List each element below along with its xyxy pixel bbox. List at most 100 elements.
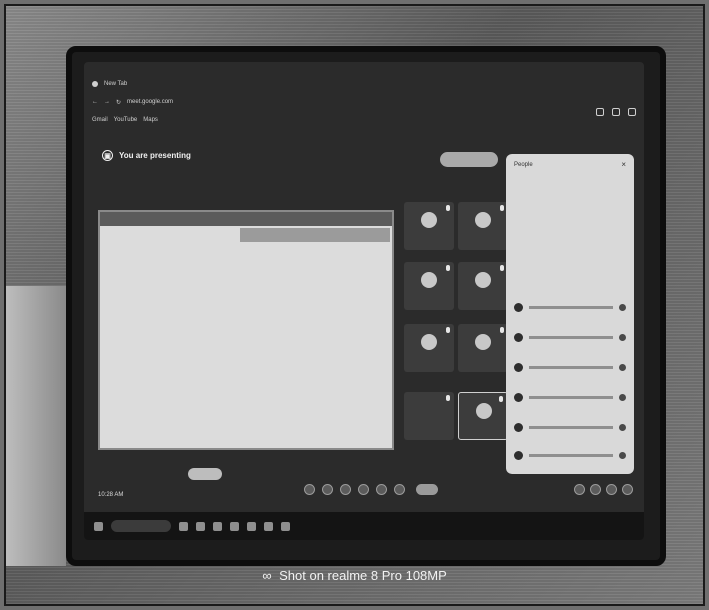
app-icon[interactable] (213, 521, 222, 531)
participant-row[interactable] (514, 330, 626, 344)
presenting-banner: ▣ You are presenting (102, 150, 191, 161)
participant-tile[interactable] (404, 392, 454, 440)
participant-row-name (529, 335, 613, 339)
bookmark-item[interactable]: Gmail (92, 117, 108, 123)
app-icon[interactable] (196, 521, 205, 531)
people-icon[interactable] (590, 484, 601, 495)
menu-icon[interactable] (628, 108, 636, 116)
mic-icon (446, 327, 450, 333)
mic-icon (619, 363, 626, 371)
taskbar-search[interactable] (111, 520, 171, 532)
app-icon[interactable] (179, 521, 188, 531)
presentation-title-bar (100, 212, 392, 226)
avatar (421, 272, 437, 288)
raise-hand-button[interactable] (358, 484, 369, 495)
chat-icon[interactable] (606, 484, 617, 495)
address-bar[interactable]: meet.google.com (127, 99, 173, 105)
watermark-text: Shot on realme 8 Pro 108MP (279, 568, 447, 583)
avatar (421, 334, 437, 350)
more-options-button[interactable] (394, 484, 405, 495)
address-row: ← → ↻ meet.google.com (92, 96, 173, 108)
start-icon[interactable] (94, 521, 103, 531)
participant-row[interactable] (514, 448, 626, 462)
participant-row[interactable] (514, 360, 626, 374)
participant-tile[interactable] (458, 262, 508, 310)
mic-icon (446, 395, 450, 401)
mic-icon (500, 205, 504, 211)
window-controls (596, 108, 636, 116)
activities-icon[interactable] (622, 484, 633, 495)
mic-icon (619, 423, 626, 431)
captions-button[interactable] (340, 484, 351, 495)
background-wall (6, 286, 66, 566)
mic-icon (499, 396, 503, 402)
app-icon[interactable] (264, 521, 273, 531)
window-dot-icon (92, 81, 98, 87)
mic-icon (619, 303, 626, 311)
avatar (475, 334, 491, 350)
participant-row-name (529, 305, 613, 309)
browser-icon[interactable] (247, 521, 256, 531)
present-screen-icon: ▣ (102, 150, 113, 161)
tab-strip: New Tab (92, 78, 127, 90)
mic-button[interactable] (304, 484, 315, 495)
forward-arrow-icon[interactable]: → (104, 99, 110, 105)
app-icon[interactable] (281, 521, 290, 531)
tab-label[interactable]: New Tab (104, 81, 127, 87)
participant-tile-self[interactable] (458, 392, 508, 440)
bookmark-item[interactable]: YouTube (114, 117, 138, 123)
avatar (514, 392, 523, 402)
avatar (514, 332, 523, 342)
avatar (475, 212, 491, 228)
participant-tile[interactable] (458, 202, 508, 250)
leave-call-button[interactable] (416, 484, 438, 495)
participant-tile[interactable] (458, 324, 508, 372)
participant-row-name (529, 425, 613, 429)
participant-row-name (529, 365, 613, 369)
participant-tile[interactable] (404, 324, 454, 372)
present-button[interactable] (376, 484, 387, 495)
presenting-text: You are presenting (119, 151, 191, 160)
panel-title: People (514, 162, 533, 168)
joined-chip[interactable] (188, 468, 222, 480)
reload-icon[interactable]: ↻ (116, 99, 121, 106)
participant-row-name (529, 453, 613, 457)
camera-watermark: ∞ Shot on realme 8 Pro 108MP (0, 568, 709, 583)
mic-icon (500, 265, 504, 271)
avatar (421, 212, 437, 228)
os-taskbar (84, 512, 644, 540)
avatar (476, 403, 492, 419)
stop-presenting-button[interactable] (440, 152, 498, 167)
camera-button[interactable] (322, 484, 333, 495)
meeting-time: 10:28 AM (98, 492, 124, 498)
shared-presentation (98, 210, 394, 450)
presentation-header (240, 228, 390, 242)
avatar (514, 362, 523, 372)
close-icon[interactable]: × (621, 160, 626, 169)
bookmark-item[interactable]: Maps (143, 117, 158, 123)
mic-icon (619, 393, 626, 401)
screen-display: New Tab ← → ↻ meet.google.com Gmail YouT… (84, 62, 644, 540)
avatar (514, 450, 523, 460)
meeting-controls-bar: 10:28 AM (94, 466, 634, 506)
participant-tile[interactable] (404, 262, 454, 310)
back-arrow-icon[interactable]: ← (92, 99, 98, 105)
participant-row[interactable] (514, 420, 626, 434)
avatar (514, 302, 523, 312)
info-icon[interactable] (574, 484, 585, 495)
extension-icon[interactable] (596, 108, 604, 116)
participant-row[interactable] (514, 390, 626, 404)
mic-icon (446, 205, 450, 211)
profile-icon[interactable] (612, 108, 620, 116)
avatar (514, 422, 523, 432)
avatar (475, 272, 491, 288)
participant-row[interactable] (514, 300, 626, 314)
participant-tile[interactable] (404, 202, 454, 250)
bookmarks-bar: Gmail YouTube Maps (92, 114, 158, 126)
mic-icon (619, 451, 626, 459)
mic-icon (500, 327, 504, 333)
app-icon[interactable] (230, 521, 239, 531)
mic-icon (446, 265, 450, 271)
realme-logo-icon: ∞ (262, 568, 272, 583)
people-panel: People × (506, 154, 634, 474)
